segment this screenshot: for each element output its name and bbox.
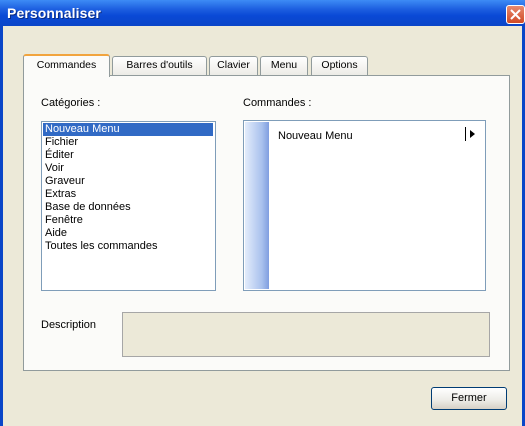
categories-listbox[interactable]: Nouveau Menu Fichier Éditer Voir Graveur… [41,121,216,291]
submenu-separator [465,127,466,141]
customize-dialog: Personnaliser Commandes Barres d'outils … [0,0,525,426]
description-box [122,312,490,357]
menu-gutter [245,122,269,289]
category-item[interactable]: Toutes les commandes [43,240,215,253]
category-item[interactable]: Voir [43,162,215,175]
category-item[interactable]: Fichier [43,136,215,149]
categories-label: Catégories : [41,97,101,109]
close-window-button[interactable] [506,5,525,24]
category-item[interactable]: Graveur [43,175,215,188]
commands-list[interactable]: Nouveau Menu [243,120,486,291]
category-item[interactable]: Nouveau Menu [43,123,213,136]
tab-menu[interactable]: Menu [260,56,308,75]
category-item[interactable]: Fenêtre [43,214,215,227]
tab-barres-outils[interactable]: Barres d'outils [112,56,207,75]
tab-commandes[interactable]: Commandes [23,54,110,77]
category-item[interactable]: Éditer [43,149,215,162]
window-title: Personnaliser [7,5,101,21]
tab-options[interactable]: Options [311,56,368,75]
category-item[interactable]: Base de données [43,201,215,214]
title-bar[interactable]: Personnaliser [0,0,525,26]
close-button[interactable]: Fermer [431,387,507,410]
tab-panel-commandes: Catégories : Nouveau Menu Fichier Éditer… [23,75,510,371]
command-item[interactable]: Nouveau Menu [278,130,353,142]
window-border-left [0,26,3,426]
description-label: Description [41,319,97,331]
close-icon [510,9,521,20]
submenu-arrow-icon [470,130,475,138]
tab-clavier[interactable]: Clavier [209,56,258,75]
category-item[interactable]: Aide [43,227,215,240]
category-item[interactable]: Extras [43,188,215,201]
commands-label: Commandes : [243,97,312,109]
